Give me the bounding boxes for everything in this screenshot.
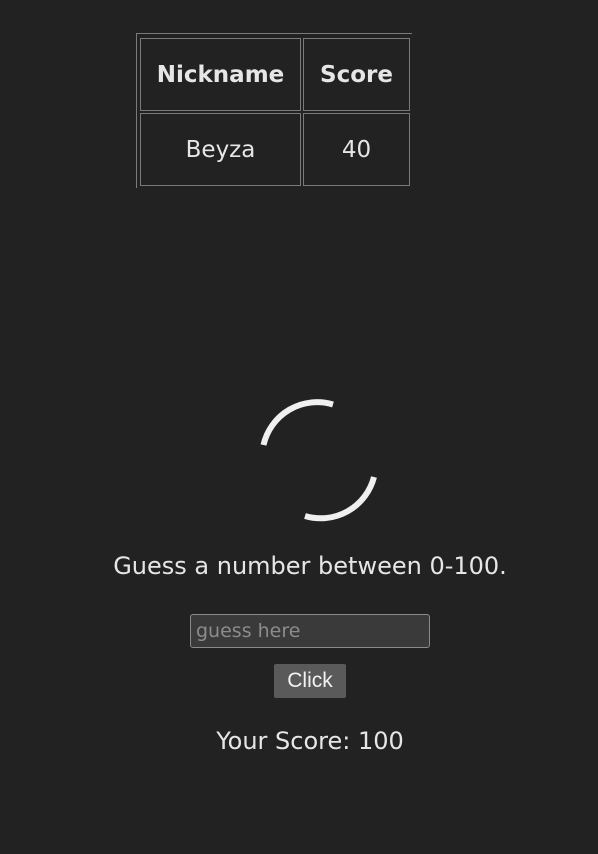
click-button[interactable]: Click: [274, 664, 346, 698]
game-prompt: Guess a number between 0-100.: [113, 552, 507, 580]
guess-input[interactable]: [190, 614, 430, 648]
your-score: Your Score: 100: [216, 727, 404, 755]
spinner-arc-upper: [260, 399, 334, 446]
game-page: Nickname Score Beyza 40 Guess a number b…: [0, 0, 598, 854]
spinner-arc-lower: [304, 476, 377, 522]
loading-spinner-icon: [260, 399, 377, 522]
scoreboard-table: Nickname Score Beyza 40: [136, 33, 412, 188]
nickname-cell: Beyza: [140, 113, 301, 186]
score-header: Score: [303, 38, 410, 111]
nickname-header: Nickname: [140, 38, 301, 111]
score-cell: 40: [303, 113, 410, 186]
